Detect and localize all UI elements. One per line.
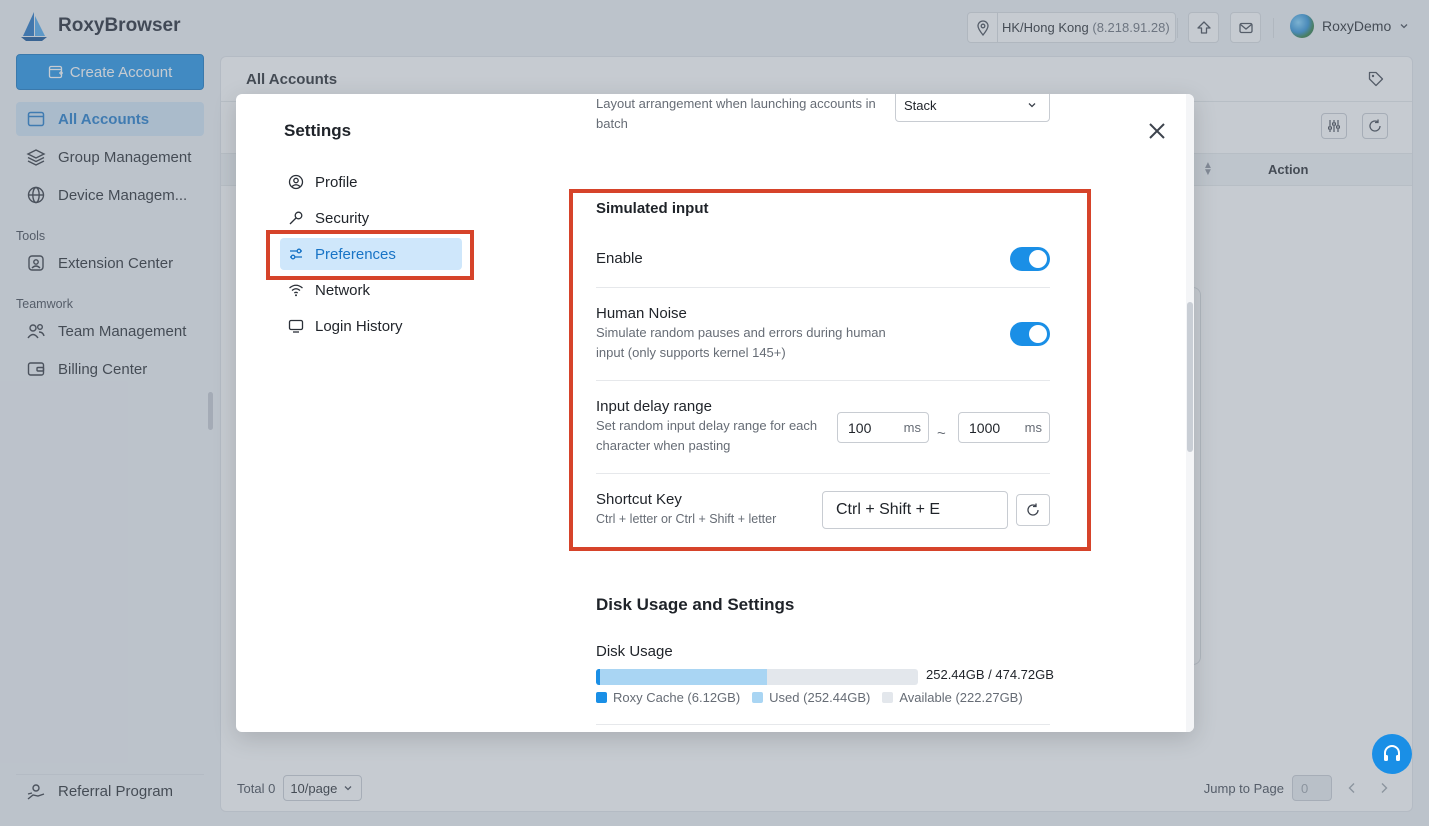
settings-modal: Settings Profile Security Preferences Ne… bbox=[236, 94, 1194, 732]
legend-available: Available (222.27GB) bbox=[899, 690, 1023, 705]
highlight-box bbox=[266, 230, 474, 280]
disk-heading: Disk Usage and Settings bbox=[596, 595, 795, 614]
close-icon[interactable] bbox=[1146, 120, 1168, 142]
legend-swatch-used bbox=[752, 692, 764, 703]
menu-label: Login History bbox=[315, 317, 403, 335]
disk-used-fill bbox=[596, 669, 768, 685]
legend-used: Used (252.44GB) bbox=[769, 690, 871, 705]
disk-roxy-fill bbox=[596, 669, 601, 685]
divider bbox=[596, 724, 1050, 725]
menu-label: Security bbox=[315, 209, 370, 227]
layout-value: Stack bbox=[904, 97, 937, 113]
legend-roxy: Roxy Cache (6.12GB) bbox=[613, 690, 741, 705]
menu-label: Network bbox=[315, 281, 371, 299]
user-circle-icon bbox=[288, 174, 304, 190]
disk-usage-bar bbox=[596, 669, 918, 685]
menu-profile[interactable]: Profile bbox=[280, 166, 462, 198]
chevron-down-icon bbox=[1028, 103, 1036, 108]
support-button[interactable] bbox=[1372, 734, 1412, 774]
modal-scrollbar-thumb[interactable] bbox=[1187, 302, 1193, 452]
monitor-icon bbox=[288, 319, 304, 333]
menu-label: Profile bbox=[315, 173, 358, 191]
headset-icon bbox=[1384, 745, 1400, 761]
disk-legend: Roxy Cache (6.12GB) Used (252.44GB) Avai… bbox=[596, 690, 1023, 705]
legend-swatch-available bbox=[882, 692, 894, 703]
layout-select[interactable]: Stack bbox=[895, 94, 1050, 122]
key-icon bbox=[289, 211, 303, 225]
modal-title: Settings bbox=[284, 121, 352, 140]
highlight-box bbox=[569, 189, 1091, 551]
legend-swatch-roxy bbox=[596, 692, 607, 703]
disk-total: 252.44GB / 474.72GB bbox=[926, 667, 1054, 682]
layout-description: Layout arrangement when launching accoun… bbox=[596, 96, 876, 131]
wifi-icon bbox=[289, 284, 303, 297]
menu-login-history[interactable]: Login History bbox=[280, 310, 462, 342]
disk-usage-label: Disk Usage bbox=[596, 643, 673, 660]
